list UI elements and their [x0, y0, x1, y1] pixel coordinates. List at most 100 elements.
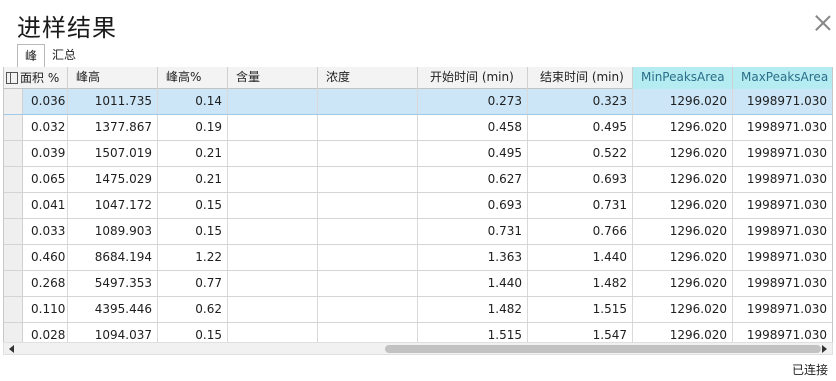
cell-concentration — [318, 323, 418, 342]
cell-content — [228, 115, 318, 140]
row-header[interactable] — [4, 141, 23, 166]
cell-end-time: 0.495 — [528, 115, 633, 140]
scroll-right-icon[interactable] — [818, 344, 830, 354]
cell-height-pct: 0.21 — [158, 167, 228, 192]
horizontal-scrollbar[interactable] — [3, 342, 833, 355]
cell-concentration — [318, 89, 418, 114]
column-header-max-peaks-area[interactable]: MaxPeaksArea — [733, 67, 832, 89]
column-header-height[interactable]: 峰高 — [68, 67, 158, 89]
cell-start-time: 0.693 — [418, 193, 528, 218]
column-header-content[interactable]: 含量 — [228, 67, 318, 89]
table-row[interactable]: 0.032 1377.867 0.19 0.458 0.495 1296.020… — [4, 115, 832, 141]
table-row[interactable]: 0.036 1011.735 0.14 0.273 0.323 1296.020… — [4, 89, 832, 115]
cell-end-time: 0.522 — [528, 141, 633, 166]
window-title: 进样结果 — [17, 14, 117, 42]
tab-peaks[interactable]: 峰 — [17, 44, 46, 68]
table-row[interactable]: 0.033 1089.903 0.15 0.731 0.766 1296.020… — [4, 219, 832, 245]
cell-content — [228, 167, 318, 192]
cell-area-pct: 0.032 — [23, 115, 68, 140]
cell-height: 5497.353 — [68, 271, 158, 296]
cell-start-time: 0.495 — [418, 141, 528, 166]
row-header[interactable] — [4, 219, 23, 244]
cell-concentration — [318, 271, 418, 296]
cell-area-pct: 0.268 — [23, 271, 68, 296]
cell-start-time: 0.458 — [418, 115, 528, 140]
cell-height-pct: 0.14 — [158, 89, 228, 114]
column-header-start-time[interactable]: 开始时间 (min) — [418, 67, 528, 89]
row-header[interactable] — [4, 323, 23, 342]
cell-end-time: 1.482 — [528, 271, 633, 296]
column-header-label: 面积 % — [20, 70, 60, 85]
row-header[interactable] — [4, 297, 23, 322]
cell-start-time: 0.627 — [418, 167, 528, 192]
cell-height-pct: 0.21 — [158, 141, 228, 166]
cell-start-time: 1.515 — [418, 323, 528, 342]
row-header[interactable] — [4, 115, 23, 140]
cell-max-peaks-area: 1998971.030 — [733, 323, 832, 342]
column-header-height-pct[interactable]: 峰高% — [158, 67, 228, 89]
table-row[interactable]: 0.039 1507.019 0.21 0.495 0.522 1296.020… — [4, 141, 832, 167]
cell-end-time: 0.766 — [528, 219, 633, 244]
cell-area-pct: 0.033 — [23, 219, 68, 244]
cell-min-peaks-area: 1296.020 — [633, 141, 733, 166]
cell-end-time: 1.547 — [528, 323, 633, 342]
cell-max-peaks-area: 1998971.030 — [733, 115, 832, 140]
cell-height: 4395.446 — [68, 297, 158, 322]
cell-min-peaks-area: 1296.020 — [633, 89, 733, 114]
table-row[interactable]: 0.460 8684.194 1.22 1.363 1.440 1296.020… — [4, 245, 832, 271]
grid-header: 面积 % 峰高 峰高% 含量 浓度 开始时间 (min) 结束时间 (min) … — [4, 67, 832, 89]
cell-start-time: 1.482 — [418, 297, 528, 322]
table-row[interactable]: 0.268 5497.353 0.77 1.440 1.482 1296.020… — [4, 271, 832, 297]
cell-concentration — [318, 167, 418, 192]
close-icon[interactable] — [814, 14, 832, 32]
tab-bar: 峰 汇总 — [17, 44, 83, 68]
cell-height: 1094.037 — [68, 323, 158, 342]
cell-end-time: 1.440 — [528, 245, 633, 270]
cell-concentration — [318, 245, 418, 270]
row-header[interactable] — [4, 89, 23, 114]
table-row[interactable]: 0.110 4395.446 0.62 1.482 1.515 1296.020… — [4, 297, 832, 323]
row-header[interactable] — [4, 271, 23, 296]
table-row[interactable]: 0.028 1094.037 0.15 1.515 1.547 1296.020… — [4, 323, 832, 342]
cell-min-peaks-area: 1296.020 — [633, 297, 733, 322]
cell-min-peaks-area: 1296.020 — [633, 245, 733, 270]
column-chooser-icon[interactable] — [6, 72, 18, 84]
column-header-end-time[interactable]: 结束时间 (min) — [528, 67, 633, 89]
cell-content — [228, 219, 318, 244]
column-header-concentration[interactable]: 浓度 — [318, 67, 418, 89]
results-grid: 面积 % 峰高 峰高% 含量 浓度 开始时间 (min) 结束时间 (min) … — [3, 67, 833, 342]
connection-status: 已连接 — [791, 363, 828, 377]
cell-max-peaks-area: 1998971.030 — [733, 141, 832, 166]
cell-height-pct: 0.62 — [158, 297, 228, 322]
cell-height: 1047.172 — [68, 193, 158, 218]
cell-max-peaks-area: 1998971.030 — [733, 167, 832, 192]
row-header[interactable] — [4, 167, 23, 192]
cell-height: 1089.903 — [68, 219, 158, 244]
scrollbar-thumb[interactable] — [385, 345, 821, 353]
cell-area-pct: 0.036 — [23, 89, 68, 114]
column-header-area-pct[interactable]: 面积 % — [4, 67, 68, 89]
table-row[interactable]: 0.065 1475.029 0.21 0.627 0.693 1296.020… — [4, 167, 832, 193]
cell-concentration — [318, 115, 418, 140]
cell-end-time: 0.693 — [528, 167, 633, 192]
cell-height-pct: 0.15 — [158, 193, 228, 218]
cell-height: 8684.194 — [68, 245, 158, 270]
cell-height: 1475.029 — [68, 167, 158, 192]
cell-max-peaks-area: 1998971.030 — [733, 219, 832, 244]
cell-min-peaks-area: 1296.020 — [633, 219, 733, 244]
table-row[interactable]: 0.041 1047.172 0.15 0.693 0.731 1296.020… — [4, 193, 832, 219]
cell-start-time: 1.363 — [418, 245, 528, 270]
cell-concentration — [318, 193, 418, 218]
cell-area-pct: 0.065 — [23, 167, 68, 192]
cell-area-pct: 0.041 — [23, 193, 68, 218]
cell-height-pct: 0.77 — [158, 271, 228, 296]
tab-summary[interactable]: 汇总 — [45, 44, 83, 68]
cell-content — [228, 297, 318, 322]
row-header[interactable] — [4, 193, 23, 218]
cell-content — [228, 245, 318, 270]
cell-max-peaks-area: 1998971.030 — [733, 271, 832, 296]
column-header-min-peaks-area[interactable]: MinPeaksArea — [633, 67, 733, 89]
scroll-left-icon[interactable] — [6, 344, 18, 354]
row-header[interactable] — [4, 245, 23, 270]
cell-concentration — [318, 141, 418, 166]
